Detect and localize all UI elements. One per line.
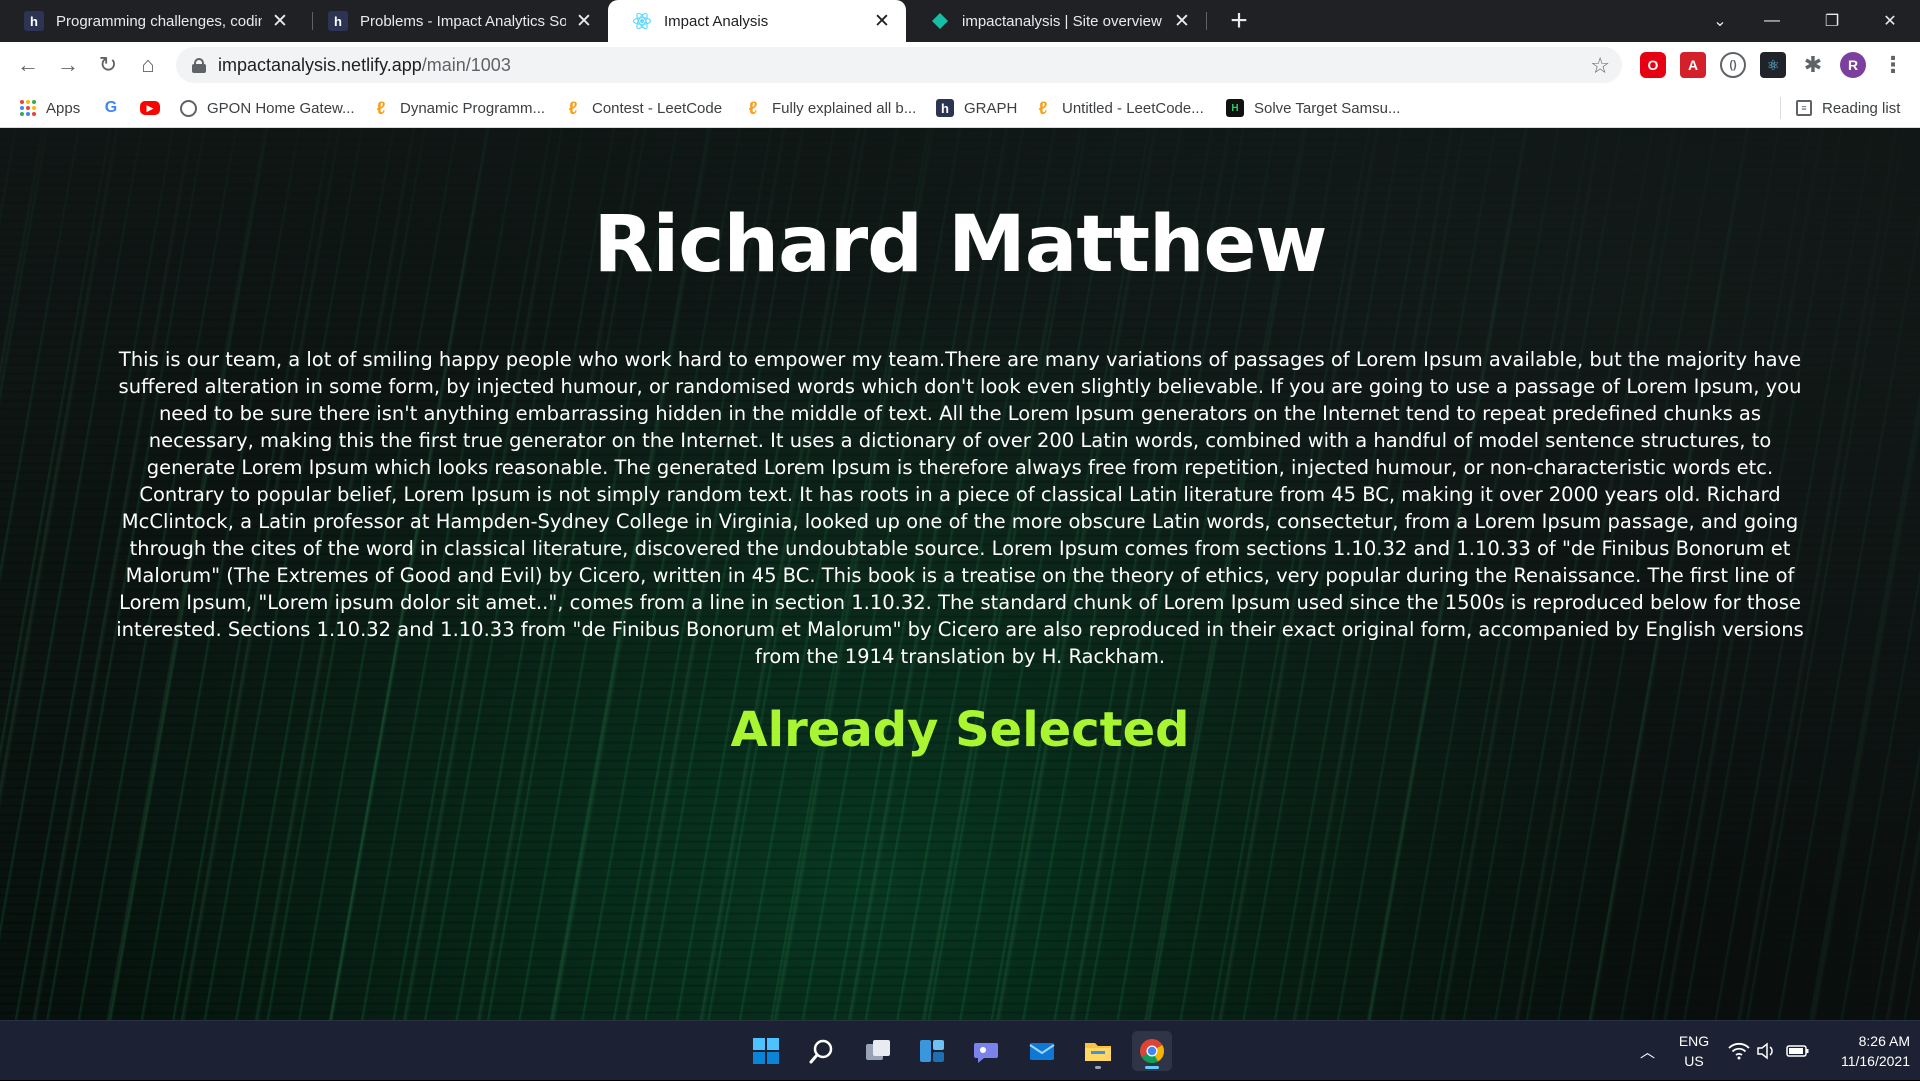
tab-search-chevron-icon[interactable]: ⌄ [1690, 0, 1750, 42]
bookmark-label: Solve Target Samsu... [1254, 99, 1401, 117]
minimize-button[interactable]: — [1742, 0, 1802, 42]
bookmark-label: Fully explained all b... [772, 99, 917, 117]
menu-kebab-icon[interactable]: ⋮ [1880, 52, 1906, 78]
person-bio: This is our team, a lot of smiling happy… [116, 348, 1804, 668]
tab-programming-challenges[interactable]: h Programming challenges, coding ✕ [0, 0, 304, 42]
browser-tab-strip: h Programming challenges, coding ✕ h Pro… [0, 0, 1920, 42]
hackerrank-icon: H [1226, 99, 1244, 117]
bookmark-untitled-leetcode[interactable]: ℓ Untitled - LeetCode... [1034, 97, 1204, 119]
globe-icon [180, 99, 197, 117]
battery-icon[interactable] [1786, 1021, 1810, 1081]
language-code: ENG [1678, 1033, 1710, 1049]
browser-toolbar: ← → ↻ ⌂ impactanalysis.netlify.app/main/… [0, 42, 1920, 88]
bookmark-gpon[interactable]: GPON Home Gatew... [180, 97, 355, 119]
bookmark-dynamic-programming[interactable]: ℓ Dynamic Programm... [372, 97, 545, 119]
tab-problems-impact-analytics[interactable]: h Problems - Impact Analytics Soft ✕ [304, 0, 608, 42]
person-name-heading: Richard Matthew [593, 200, 1328, 290]
reading-list-icon: ≡ [1796, 100, 1812, 116]
bookmark-graph[interactable]: h GRAPH [936, 97, 1017, 119]
active-indicator [1145, 1066, 1159, 1069]
apps-grid-icon [20, 100, 36, 116]
hackerearth-icon: h [328, 11, 348, 31]
bookmark-youtube[interactable]: ▶ [140, 97, 170, 119]
tab-impact-analysis[interactable]: Impact Analysis ✕ [608, 0, 906, 42]
page-viewport: Richard Matthew This is our team, a lot … [0, 128, 1920, 1020]
hackerearth-icon: h [936, 99, 954, 117]
forward-arrow-icon[interactable]: → [52, 49, 84, 81]
task-view-icon[interactable] [858, 1031, 898, 1071]
selection-status: Already Selected [730, 702, 1190, 758]
close-icon[interactable]: ✕ [574, 11, 594, 32]
chrome-icon[interactable] [1132, 1031, 1172, 1071]
show-hidden-icons-chevron-icon[interactable]: ︿ [1640, 1021, 1655, 1081]
extensions-puzzle-icon[interactable]: ✱ [1800, 52, 1826, 78]
tab-title: Problems - Impact Analytics Soft [360, 12, 566, 30]
extension-icon[interactable]: () [1720, 52, 1746, 78]
file-explorer-icon[interactable] [1078, 1031, 1118, 1071]
bookmark-contest-leetcode[interactable]: ℓ Contest - LeetCode [564, 97, 722, 119]
leetcode-icon: ℓ [1038, 97, 1048, 118]
teams-chat-icon[interactable] [966, 1031, 1006, 1071]
widgets-icon[interactable] [912, 1031, 952, 1071]
bookmark-label: Untitled - LeetCode... [1062, 99, 1204, 117]
keyboard-layout: US [1684, 1053, 1704, 1069]
leetcode-icon: ℓ [568, 97, 578, 118]
netlify-icon [930, 11, 950, 31]
clock-date: 11/16/2021 [1840, 1053, 1910, 1069]
window-close-button[interactable]: ✕ [1860, 0, 1920, 42]
bookmarks-bar: Apps G ▶ GPON Home Gatew... ℓ Dynamic Pr… [0, 88, 1920, 128]
reading-list-button[interactable]: ≡ Reading list [1796, 97, 1900, 119]
close-icon[interactable]: ✕ [270, 11, 290, 32]
hackerearth-icon: h [24, 11, 44, 31]
home-icon[interactable]: ⌂ [132, 49, 164, 81]
language-indicator[interactable]: ENG US [1672, 1031, 1716, 1071]
react-devtools-icon[interactable]: ⚛ [1760, 52, 1786, 78]
bookmark-solve-target-samsung[interactable]: H Solve Target Samsu... [1226, 97, 1400, 119]
tab-site-overview[interactable]: impactanalysis | Site overview ✕ [906, 0, 1206, 42]
bookmark-label: GPON Home Gatew... [207, 99, 355, 117]
lock-icon[interactable] [192, 58, 206, 73]
opera-extension-icon[interactable]: O [1640, 52, 1666, 78]
reload-icon[interactable]: ↻ [92, 49, 124, 81]
clock-time: 8:26 AM [1858, 1033, 1910, 1049]
address-bar[interactable]: impactanalysis.netlify.app/main/1003 ☆ [176, 47, 1622, 83]
wifi-icon[interactable] [1728, 1021, 1750, 1081]
tab-title: Programming challenges, coding [56, 12, 262, 30]
bookmark-apps[interactable]: Apps [20, 97, 80, 119]
leetcode-icon: ℓ [748, 97, 758, 118]
reading-list-label: Reading list [1822, 99, 1901, 117]
leetcode-icon: ℓ [376, 97, 386, 118]
bookmark-label: GRAPH [964, 99, 1018, 117]
bookmark-label: Dynamic Programm... [400, 99, 546, 117]
windows-taskbar: ︿ ENG US 8:26 AM 11/16/2021 [0, 1020, 1920, 1080]
search-icon[interactable] [802, 1031, 842, 1071]
new-tab-button[interactable]: + [1222, 4, 1256, 38]
close-icon[interactable]: ✕ [872, 11, 892, 32]
pdf-extension-icon[interactable]: A [1680, 52, 1706, 78]
google-icon: G [104, 99, 118, 116]
tab-title: impactanalysis | Site overview [962, 12, 1162, 30]
mail-icon[interactable] [1022, 1031, 1062, 1071]
url-text[interactable]: impactanalysis.netlify.app/main/1003 [218, 55, 511, 76]
avatar[interactable]: R [1840, 52, 1866, 78]
restore-button[interactable]: ❐ [1802, 0, 1862, 42]
close-icon[interactable]: ✕ [1172, 11, 1192, 32]
running-indicator [1095, 1066, 1101, 1069]
tab-title: Impact Analysis [664, 12, 769, 30]
youtube-icon: ▶ [140, 101, 160, 115]
volume-icon[interactable] [1756, 1021, 1776, 1081]
bookmark-google[interactable]: G [102, 97, 130, 119]
bookmark-star-icon[interactable]: ☆ [1590, 53, 1610, 79]
bookmark-label: Contest - LeetCode [592, 99, 723, 117]
windows-start-icon[interactable] [746, 1031, 786, 1071]
react-icon [632, 11, 652, 31]
system-clock[interactable]: 8:26 AM 11/16/2021 [1824, 1031, 1910, 1071]
bookmark-fully-explained[interactable]: ℓ Fully explained all b... [744, 97, 917, 119]
bookmark-label: Apps [46, 99, 81, 117]
bookmarks-divider [1780, 97, 1781, 119]
back-arrow-icon[interactable]: ← [12, 49, 44, 81]
tab-divider [1206, 12, 1207, 30]
